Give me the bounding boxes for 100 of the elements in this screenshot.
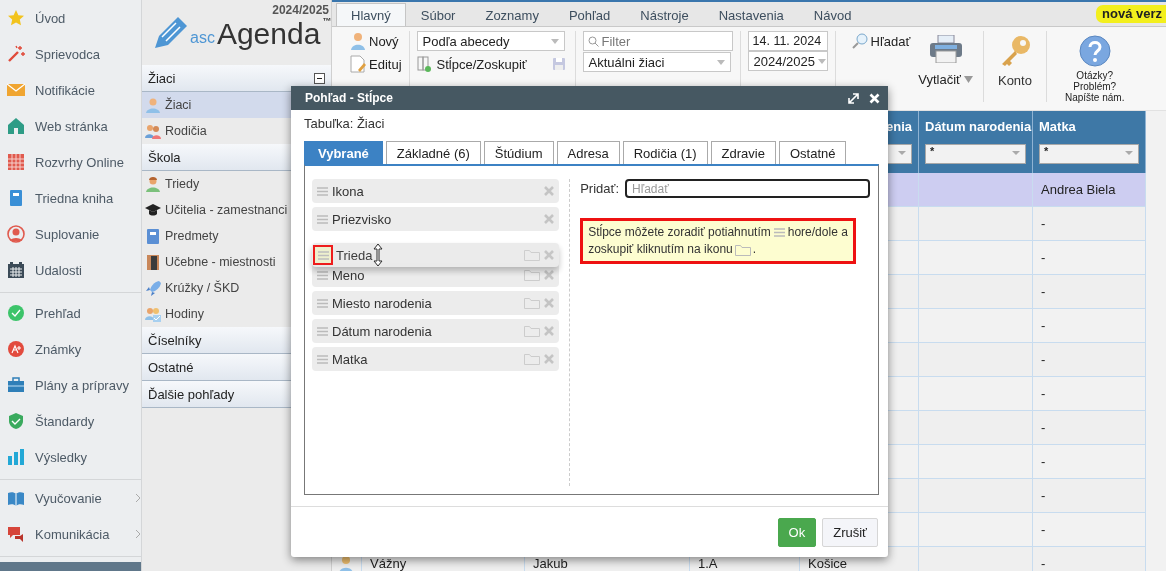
print-button[interactable]: Vytlačiť: [914, 31, 984, 102]
remove-icon[interactable]: [543, 185, 556, 197]
remove-icon[interactable]: [543, 269, 556, 281]
tab[interactable]: Štúdium: [483, 141, 554, 164]
sidebar-item[interactable]: Suplovanie: [0, 216, 141, 252]
sidebar-item[interactable]: Notifikácie: [0, 72, 141, 108]
column-item[interactable]: Matka: [312, 347, 560, 371]
drag-handle-icon[interactable]: [316, 297, 328, 309]
table-cell: -: [1033, 377, 1146, 411]
drag-handle-icon[interactable]: [316, 213, 328, 225]
remove-icon[interactable]: [543, 297, 556, 309]
search-icon: [851, 33, 868, 49]
dropdown-caret-icon: [716, 59, 725, 65]
remove-icon[interactable]: [543, 249, 556, 261]
new-version-badge[interactable]: nová verz: [1096, 5, 1166, 23]
sidebar-item[interactable]: Výsledky: [0, 439, 141, 475]
hint-text: .: [752, 241, 757, 258]
shield-icon: [7, 412, 25, 430]
tab[interactable]: Zdravie: [710, 141, 776, 164]
column-item[interactable]: Ikona: [312, 179, 560, 203]
remove-icon[interactable]: [543, 353, 556, 365]
search-field[interactable]: Hľadať: [625, 179, 870, 198]
column-item[interactable]: Dátum narodenia: [312, 319, 560, 343]
scope-select[interactable]: Aktuálni žiaci: [582, 52, 731, 72]
tab[interactable]: Ostatné: [778, 141, 847, 164]
sidebar-item[interactable]: Komunikácia: [0, 516, 141, 552]
table-cell: -: [1033, 241, 1146, 275]
close-icon[interactable]: [869, 92, 880, 104]
menu-tab[interactable]: Zoznamy: [470, 3, 554, 26]
collapse-icon[interactable]: [314, 72, 325, 84]
sidebar-item[interactable]: Web stránka: [0, 108, 141, 144]
sidebar-item[interactable]: Známky: [0, 331, 141, 367]
sidebar-item[interactable]: Rozvrhy Online: [0, 144, 141, 180]
new-button[interactable]: Nový: [350, 31, 402, 51]
column-item[interactable]: Trieda: [312, 243, 560, 267]
edit-button[interactable]: Edituj: [350, 54, 402, 74]
folder-icon[interactable]: [524, 325, 541, 337]
columns-icon: [416, 56, 431, 72]
chevron-right-icon: [135, 529, 141, 539]
folder-icon[interactable]: [524, 269, 541, 281]
briefcase-icon: [7, 376, 25, 394]
section-header[interactable]: Žiaci: [142, 65, 331, 92]
menu-tab[interactable]: Nástroje: [625, 3, 704, 26]
menu-tab[interactable]: Pohľad: [553, 3, 626, 26]
printer-icon: [929, 35, 962, 63]
columns-button[interactable]: Stĺpce/Zoskupiť: [416, 54, 565, 74]
tab[interactable]: Základné (6): [385, 141, 481, 164]
rocket-icon: [145, 280, 161, 296]
save-icon[interactable]: [552, 58, 565, 70]
column-header[interactable]: Matka *: [1033, 111, 1146, 173]
sidebar-item[interactable]: Plány a prípravy: [0, 367, 141, 403]
sidebar-item[interactable]: Sprievodca: [0, 36, 141, 72]
drag-handle-icon[interactable]: [316, 185, 328, 197]
filter-select[interactable]: *: [925, 144, 1026, 164]
search-button[interactable]: Hľadať: [851, 31, 911, 51]
tab[interactable]: Adresa: [556, 141, 620, 164]
teacher-icon: [145, 176, 161, 192]
check-circle-icon: [7, 304, 25, 322]
house-icon: [7, 117, 25, 135]
filter-select[interactable]: *: [1039, 144, 1139, 164]
folder-icon[interactable]: [524, 249, 541, 261]
tab[interactable]: Vybrané: [304, 141, 383, 164]
tab[interactable]: Rodičia (1): [622, 141, 708, 164]
drag-handle-icon[interactable]: [316, 269, 328, 281]
column-header[interactable]: Dátum narodenia *: [919, 111, 1033, 173]
account-button[interactable]: Konto: [983, 31, 1047, 102]
column-item[interactable]: Miesto narodenia: [312, 291, 560, 315]
menu-tab[interactable]: Nastavenia: [703, 3, 799, 26]
folder-icon: [734, 243, 751, 256]
door-icon: [145, 254, 161, 270]
filter-field[interactable]: Filter: [582, 31, 733, 51]
student-icon: [145, 97, 161, 113]
pencil-logo-icon: [152, 15, 188, 49]
sidebar-item[interactable]: Úvod: [0, 0, 141, 36]
sidebar-item[interactable]: Prehľad: [0, 295, 141, 331]
sidebar-item[interactable]: Triedna kniha: [0, 180, 141, 216]
column-item[interactable]: Priezvisko: [312, 207, 560, 231]
dropdown-caret-icon: [550, 38, 559, 44]
sidebar-item[interactable]: Štandardy: [0, 403, 141, 439]
remove-icon[interactable]: [543, 325, 556, 337]
dropdown-caret-icon: [818, 58, 826, 64]
year-select[interactable]: 2024/2025: [747, 51, 828, 71]
help-button[interactable]: Otázky? Problém? Napíšte nám.: [1046, 31, 1143, 102]
menu-tab[interactable]: Návod: [798, 3, 867, 26]
folder-icon[interactable]: [524, 353, 541, 365]
table-label: Tabuľka: Žiaci: [304, 116, 386, 131]
drag-handle-icon[interactable]: [316, 325, 328, 337]
logo-prefix: asc: [190, 29, 215, 47]
calendar-icon: [7, 261, 25, 279]
drag-handle-icon[interactable]: [316, 353, 328, 365]
sidebar-item[interactable]: Vyučovanie: [0, 480, 141, 516]
cancel-button[interactable]: Zrušiť: [822, 517, 878, 547]
menu-tab[interactable]: Hlavný: [336, 3, 406, 26]
remove-icon[interactable]: [543, 213, 556, 225]
date-field[interactable]: 14. 11. 2024: [747, 31, 828, 51]
expand-icon[interactable]: [848, 92, 859, 104]
folder-icon[interactable]: [524, 297, 541, 309]
sidebar-item[interactable]: Udalosti: [0, 252, 141, 288]
menu-tab[interactable]: Súbor: [405, 3, 471, 26]
sort-select[interactable]: Podľa abecedy: [416, 31, 565, 51]
